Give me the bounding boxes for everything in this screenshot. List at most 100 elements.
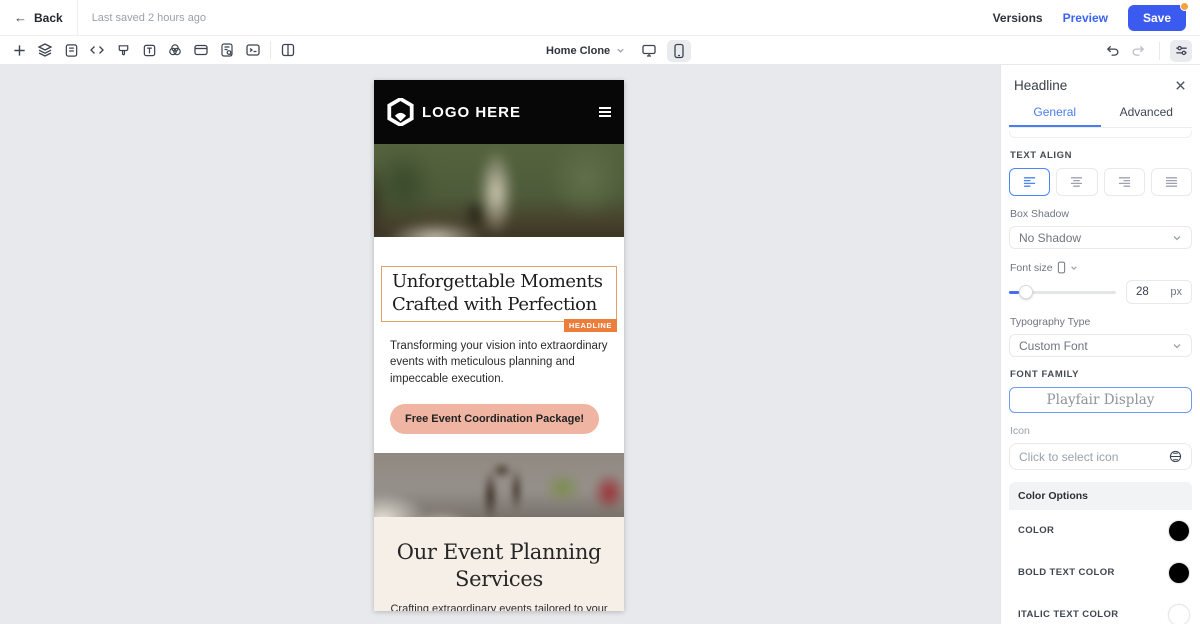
editor-toolbar: Home Clone [0, 36, 1200, 65]
color-label: COLOR [1018, 525, 1055, 537]
blend-button[interactable] [164, 39, 186, 61]
code-icon [90, 46, 104, 54]
color-row: ITALIC TEXT COLOR [1009, 594, 1192, 624]
align-right-button[interactable] [1103, 168, 1145, 196]
font-family-label: FONT FAMILY [1010, 369, 1080, 380]
container-icon [194, 44, 208, 56]
scrolled-control-edge [1009, 131, 1192, 138]
panels-layout-button[interactable] [277, 39, 299, 61]
chevron-down-icon [1173, 343, 1181, 348]
app-window: ← Back Last saved 2 hours ago Versions P… [0, 0, 1200, 624]
font-size-input[interactable]: 28 px [1126, 280, 1192, 304]
color-options-section: Color Options COLOR BOLD TEXT COLOR ITAL… [1009, 482, 1192, 624]
align-center-icon [1071, 177, 1083, 187]
undo-icon [1106, 45, 1118, 56]
color-row: BOLD TEXT COLOR [1009, 552, 1192, 594]
text-element-button[interactable] [138, 39, 160, 61]
toolbar-divider [1159, 41, 1160, 60]
site-logo-text: LOGO HERE [422, 103, 522, 121]
notification-dot [1180, 1, 1189, 11]
typography-type-value: Custom Font [1019, 338, 1088, 353]
terminal-button[interactable] [242, 39, 264, 61]
bold-text-color-swatch[interactable] [1168, 562, 1190, 584]
file-search-button[interactable] [216, 39, 238, 61]
tab-general[interactable]: General [1009, 98, 1101, 127]
font-size-unit: px [1170, 286, 1182, 298]
icon-picker-icon [1169, 450, 1182, 463]
text-align-group [1009, 168, 1192, 196]
desktop-view-button[interactable] [637, 40, 661, 62]
page-selector-label: Home Clone [546, 44, 611, 57]
back-label: Back [34, 10, 63, 25]
cta-button[interactable]: Free Event Coordination Package! [390, 404, 600, 435]
align-center-button[interactable] [1056, 168, 1098, 196]
color-swatch[interactable] [1168, 520, 1190, 542]
sliders-icon [1175, 45, 1187, 56]
table-setting-image [374, 453, 624, 518]
align-justify-button[interactable] [1150, 168, 1192, 196]
hero-text-section: Unforgettable Moments Crafted with Perfe… [374, 266, 624, 435]
hero-image-blur [374, 144, 624, 237]
style-painter-button[interactable] [112, 39, 134, 61]
italic-text-color-label: ITALIC TEXT COLOR [1018, 609, 1119, 621]
selected-headline-element[interactable]: Unforgettable Moments Crafted with Perfe… [381, 266, 617, 333]
box-shadow-select[interactable]: No Shadow [1009, 226, 1192, 249]
forms-button[interactable] [60, 39, 82, 61]
mobile-preview-frame: LOGO HERE Unforgettable Moments Crafted … [374, 80, 624, 611]
columns-icon [281, 43, 295, 57]
close-icon [1176, 80, 1185, 90]
services-section: Our Event Planning Services Crafting ext… [374, 517, 624, 611]
top-bar: ← Back Last saved 2 hours ago Versions P… [0, 0, 1200, 36]
text-align-label: TEXT ALIGN [1010, 150, 1073, 161]
marker-icon [118, 44, 128, 55]
slider-handle[interactable] [1018, 285, 1033, 299]
font-size-value: 28 [1136, 286, 1149, 298]
hero-paragraph[interactable]: Transforming your vision into extraordin… [390, 338, 608, 387]
form-icon [65, 43, 77, 57]
desktop-icon [642, 44, 656, 57]
font-family-value: Playfair Display [1046, 392, 1155, 408]
font-family-input[interactable]: Playfair Display [1009, 387, 1192, 413]
close-panel-button[interactable] [1174, 79, 1187, 92]
back-arrow-icon: ← [14, 10, 27, 25]
box-shadow-label: Box Shadow [1010, 208, 1069, 220]
typography-type-select[interactable]: Custom Font [1009, 334, 1192, 357]
color-options-header: Color Options [1009, 482, 1192, 510]
table-setting-image-blur [374, 453, 624, 518]
align-left-button[interactable] [1009, 168, 1051, 196]
file-search-icon [221, 43, 233, 57]
italic-text-color-swatch[interactable] [1168, 604, 1190, 624]
page-selector[interactable]: Home Clone [540, 41, 631, 61]
versions-button[interactable]: Versions [993, 11, 1043, 25]
typography-type-label: Typography Type [1010, 316, 1091, 328]
mobile-view-button[interactable] [667, 39, 692, 62]
code-button[interactable] [86, 39, 108, 61]
hamburger-menu-icon[interactable] [599, 107, 611, 117]
mobile-icon [674, 43, 684, 58]
blend-circles-icon [169, 44, 181, 56]
font-size-slider[interactable] [1009, 285, 1116, 299]
services-heading[interactable]: Our Event Planning Services [374, 539, 624, 594]
back-button[interactable]: ← Back [14, 10, 63, 25]
icon-select-input[interactable]: Click to select icon [1009, 443, 1192, 470]
tab-advanced[interactable]: Advanced [1101, 98, 1193, 127]
chevron-down-icon[interactable] [1070, 264, 1078, 272]
save-button[interactable]: Save [1127, 1, 1189, 31]
container-button[interactable] [190, 39, 212, 61]
layers-button[interactable] [34, 39, 56, 61]
settings-panel-button[interactable] [1170, 39, 1192, 62]
add-element-button[interactable] [8, 39, 30, 61]
undo-button[interactable] [1101, 40, 1123, 62]
panel-title: Headline [1014, 77, 1068, 93]
align-right-icon [1118, 177, 1130, 187]
chevron-down-icon [617, 48, 624, 53]
hexagon-logo-icon [387, 98, 414, 126]
align-justify-icon [1165, 177, 1177, 187]
services-subtext: Crafting extraordinary events tailored t… [390, 602, 608, 611]
mobile-breakpoint-icon[interactable] [1057, 261, 1066, 274]
divider [76, 0, 78, 36]
redo-button[interactable] [1127, 40, 1149, 62]
site-header: LOGO HERE [374, 80, 624, 144]
preview-button[interactable]: Preview [1063, 11, 1108, 25]
icon-label: Icon [1010, 425, 1030, 437]
